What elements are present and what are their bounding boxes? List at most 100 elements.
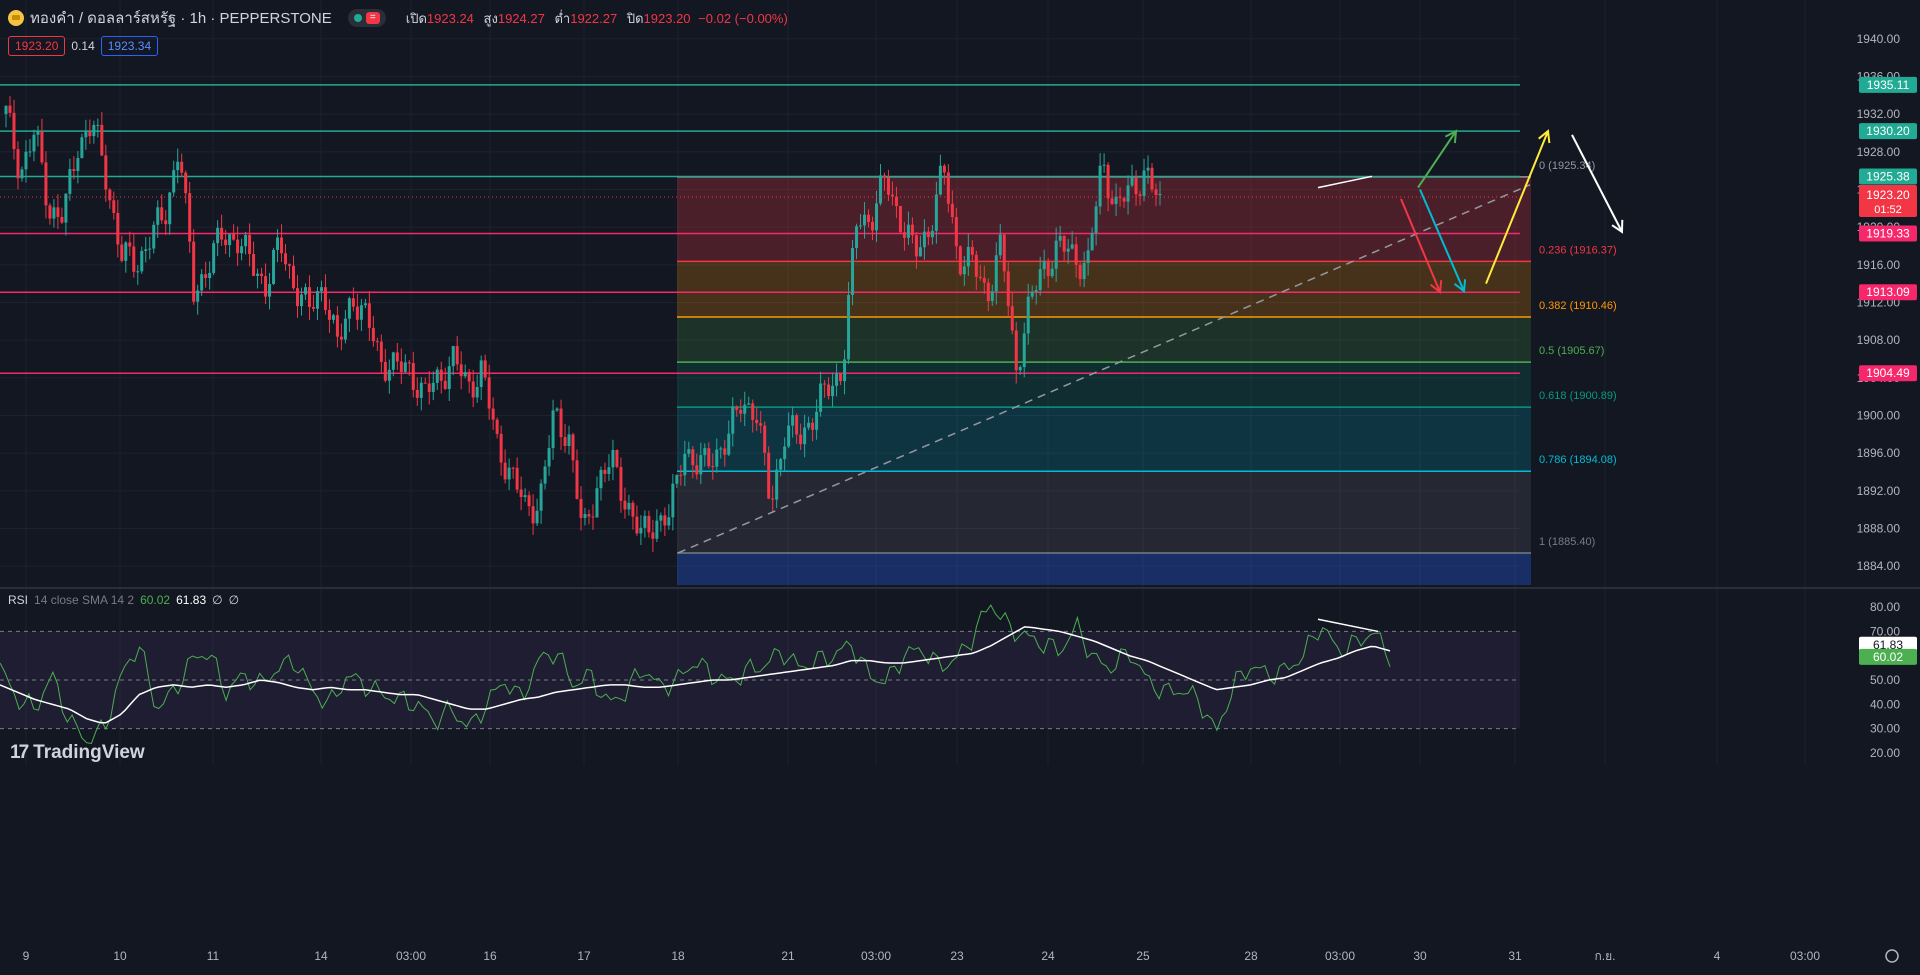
candle-body	[176, 161, 180, 171]
candle-body	[256, 273, 260, 276]
candle-body	[603, 469, 607, 474]
candle-body	[791, 415, 795, 426]
rsi-axis-tick: 30.00	[1870, 722, 1900, 736]
candle-body	[148, 248, 152, 250]
candle-body	[343, 318, 347, 340]
candle-body	[659, 515, 663, 521]
candle-body	[443, 380, 447, 389]
equals-icon: =	[365, 12, 380, 24]
candle-body	[739, 409, 743, 414]
candle-body	[731, 406, 735, 434]
buy-price-button[interactable]: 1923.34	[100, 36, 159, 56]
candle-body	[587, 514, 591, 517]
candle-body	[998, 234, 1002, 256]
candle-body	[1078, 264, 1082, 280]
candle-body	[851, 247, 855, 296]
candle-body	[52, 207, 56, 219]
candle-body	[1154, 189, 1158, 196]
candle-body	[611, 449, 615, 468]
candle-body	[1082, 262, 1086, 280]
candle-body	[1066, 248, 1070, 252]
candle-body	[399, 361, 403, 372]
candle-body	[447, 366, 451, 389]
candle-body	[387, 369, 391, 381]
trading-chart[interactable]: 0 (1925.34)0.236 (1916.37)0.382 (1910.46…	[0, 0, 1920, 975]
candle-body	[507, 467, 511, 480]
tradingview-logo[interactable]: 17 TradingView	[10, 742, 145, 764]
candle-body	[922, 231, 926, 248]
candle-body	[475, 386, 479, 398]
candle-body	[84, 131, 88, 138]
rsi-axis-tick: 70.00	[1870, 624, 1900, 638]
sell-price-button[interactable]: 1923.20	[8, 36, 66, 56]
spread-value: 0.14	[71, 39, 95, 53]
rsi-legend[interactable]: RSI 14 close SMA 14 2 60.02 61.83 ∅ ∅	[8, 593, 239, 607]
rsi-axis-tick: 20.00	[1870, 746, 1900, 760]
candle-body	[36, 131, 40, 135]
candle-body	[455, 346, 459, 365]
candle-body	[1138, 194, 1142, 196]
time-axis-tick: 4	[1714, 949, 1721, 963]
candle-body	[415, 389, 419, 398]
candle-body	[986, 282, 990, 302]
candle-body	[495, 419, 499, 434]
time-axis-tick: 03:00	[1325, 949, 1355, 963]
candle-body	[351, 298, 355, 307]
price-axis-tick: 1940.00	[1857, 32, 1901, 46]
candle-body	[1010, 306, 1014, 331]
symbol-title[interactable]: ทองคำ / ดอลลาร์สหรัฐ · 1h · PEPPERSTONE	[30, 6, 332, 30]
candle-body	[847, 295, 851, 360]
fib-level-label: 0.5 (1905.67)	[1539, 345, 1604, 357]
candle-body	[184, 172, 188, 194]
candle-body	[363, 303, 367, 306]
candle-body	[1086, 250, 1090, 263]
candle-body	[208, 272, 212, 279]
candle-body	[264, 276, 268, 297]
candle-body	[543, 466, 547, 484]
candle-body	[188, 193, 192, 242]
candle-body	[56, 207, 60, 217]
candle-body	[974, 254, 978, 277]
tradingview-logo-icon: 17	[10, 742, 29, 763]
candle-body	[132, 246, 136, 272]
price-axis-tick: 1888.00	[1857, 522, 1901, 536]
candle-body	[982, 277, 986, 283]
candle-body	[711, 466, 715, 468]
time-axis-tick: 23	[950, 949, 964, 963]
price-axis-tick: 1884.00	[1857, 559, 1901, 573]
candle-body	[631, 502, 635, 517]
candle-body	[771, 498, 775, 500]
candle-body	[870, 221, 874, 231]
candle-body	[1074, 244, 1078, 265]
candle-body	[775, 469, 779, 500]
candle-body	[172, 170, 176, 193]
candle-body	[874, 203, 878, 231]
candle-body	[76, 158, 80, 171]
candle-body	[819, 383, 823, 412]
candle-body	[1158, 193, 1162, 196]
candle-body	[910, 224, 914, 236]
candle-body	[459, 364, 463, 377]
candle-body	[926, 231, 930, 238]
candle-body	[855, 226, 859, 248]
candle-body	[407, 362, 411, 364]
candle-body	[763, 425, 767, 453]
candle-body	[966, 246, 970, 267]
candle-body	[499, 433, 503, 463]
candle-body	[938, 165, 942, 195]
fib-level-label: 0.618 (1900.89)	[1539, 390, 1617, 402]
status-pill[interactable]: =	[347, 9, 386, 27]
level-price-tag-text: 1904.49	[1866, 366, 1910, 380]
chart-header: ทองคำ / ดอลลาร์สหรัฐ · 1h · PEPPERSTONE …	[8, 8, 788, 28]
candle-body	[535, 510, 539, 524]
candle-body	[220, 227, 224, 240]
candle-body	[695, 465, 699, 475]
candle-body	[228, 234, 232, 246]
candle-body	[1034, 289, 1038, 292]
time-axis-tick: 30	[1413, 949, 1427, 963]
candle-body	[379, 341, 383, 362]
candle-body	[990, 291, 994, 302]
green-dot-icon	[353, 14, 362, 22]
candle-body	[950, 203, 954, 218]
candle-body	[244, 234, 248, 247]
